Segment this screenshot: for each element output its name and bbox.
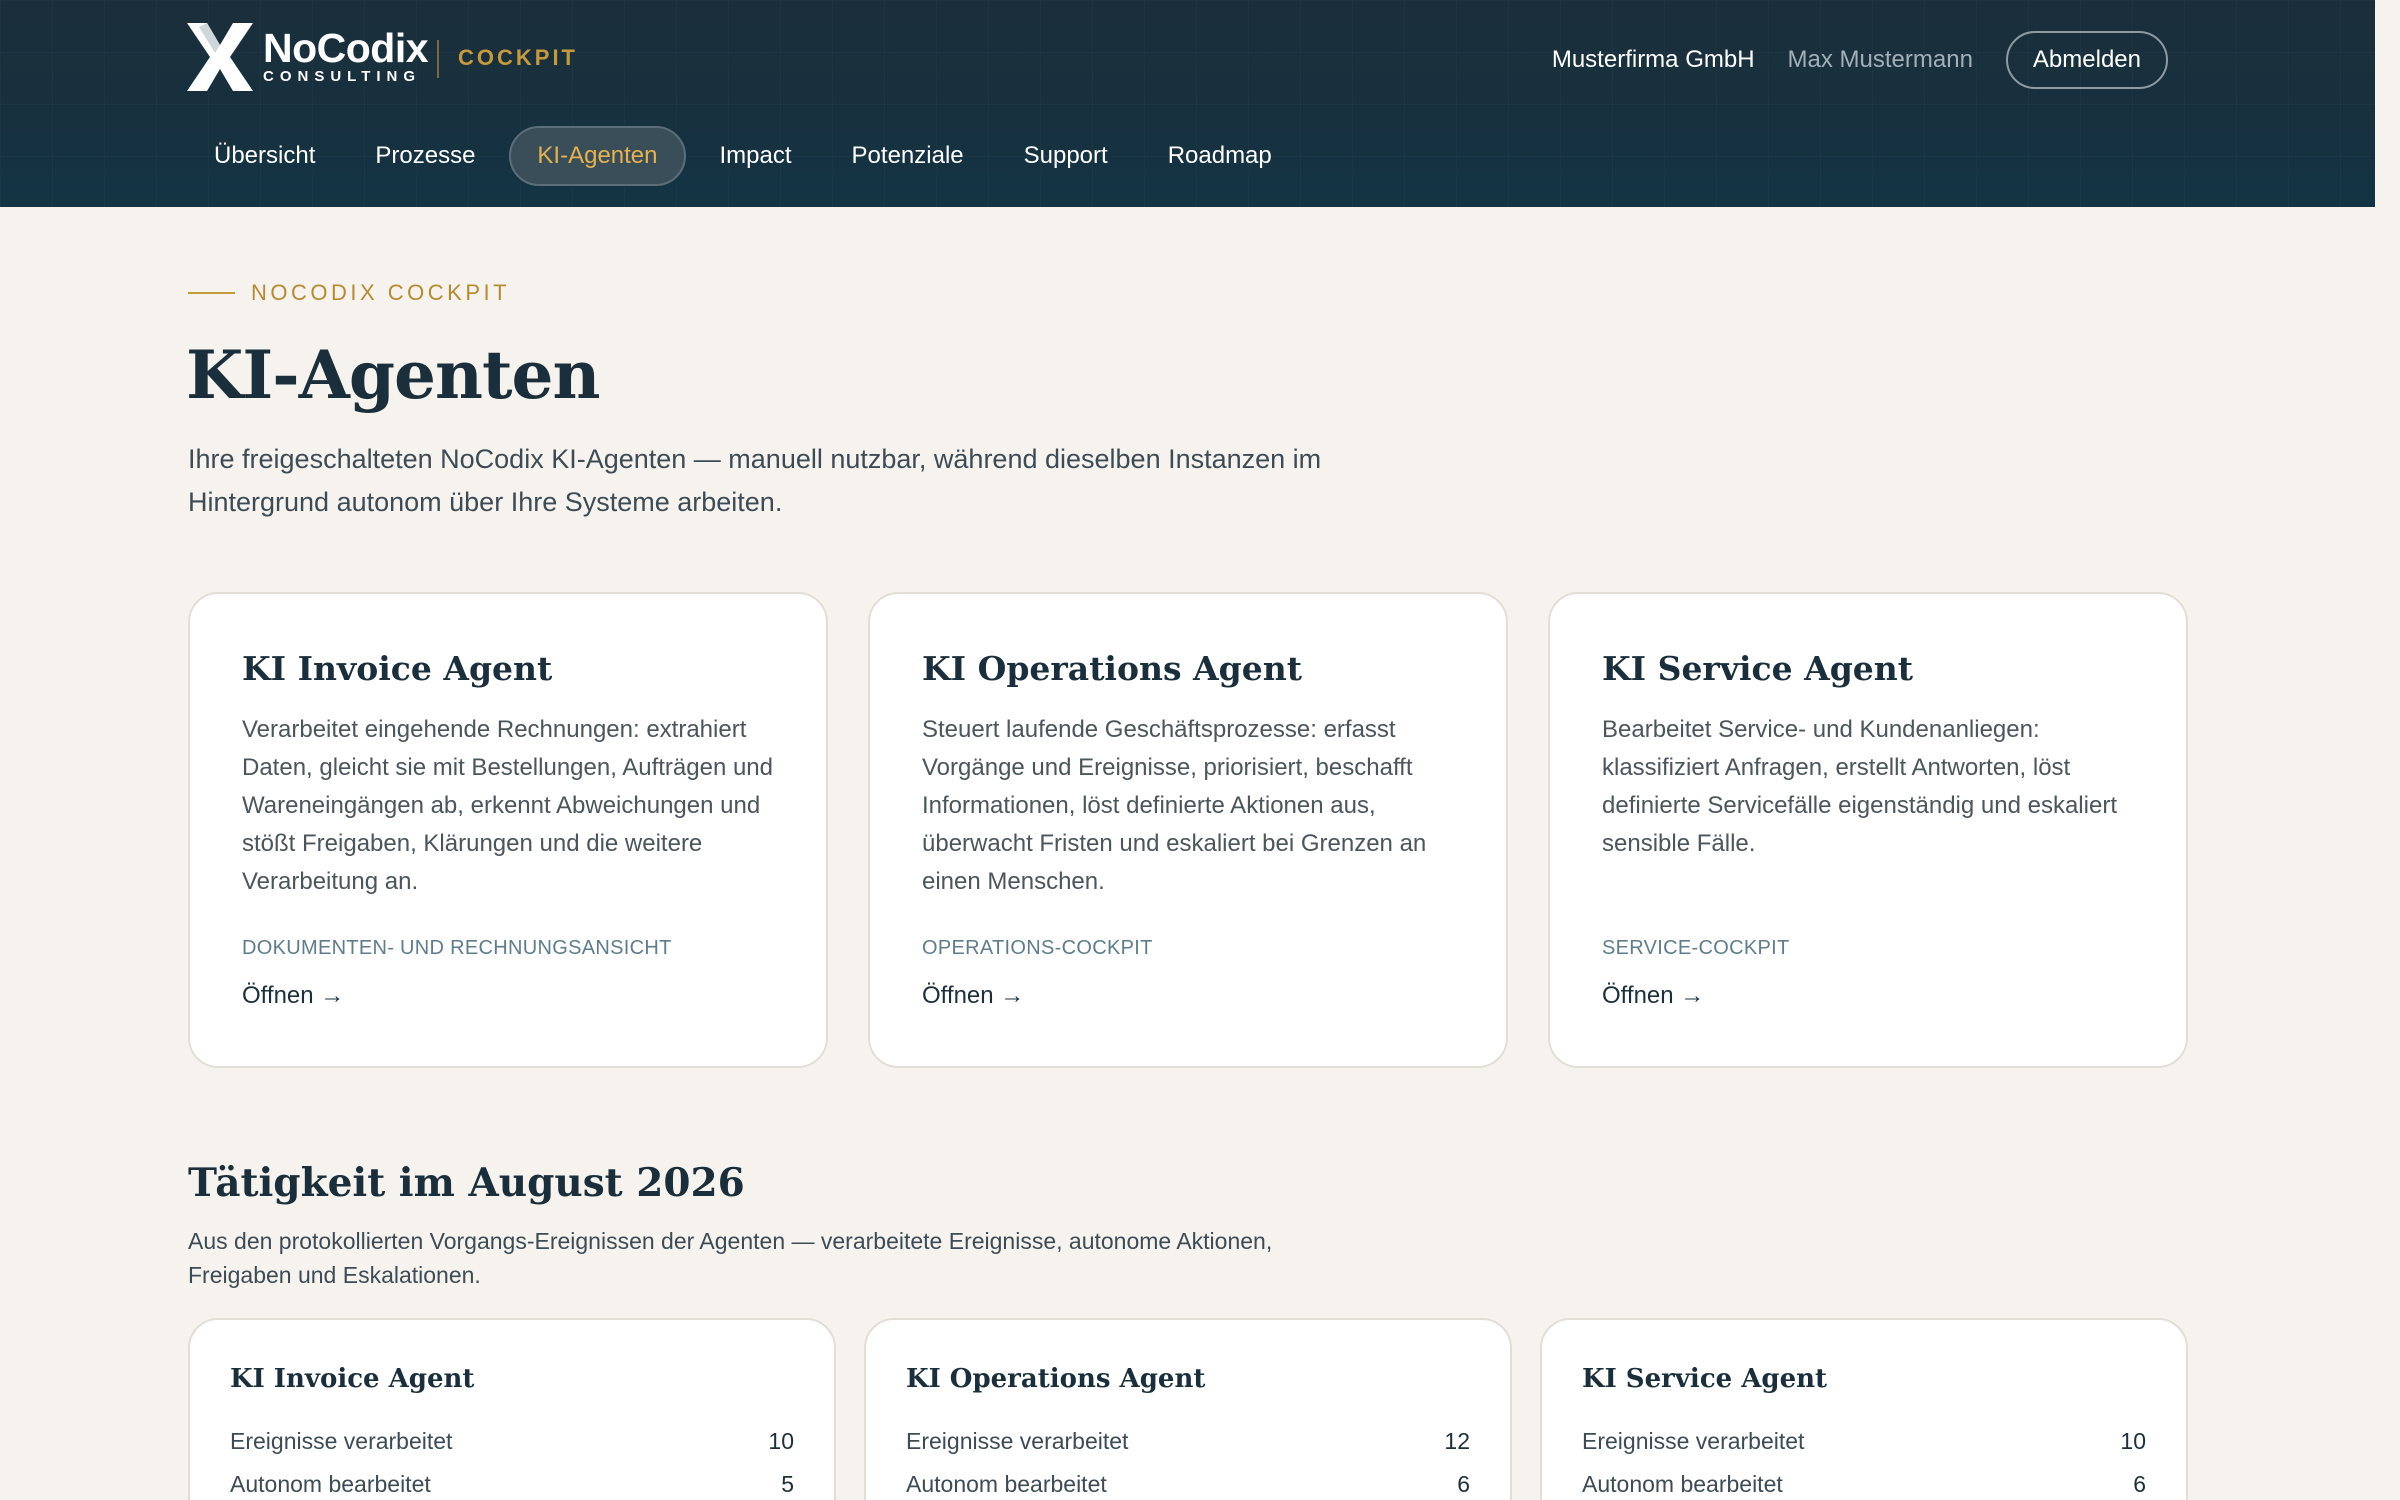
agent-card-service: KI Service Agent Bearbeitet Service- und… <box>1548 592 2188 1068</box>
product-label: COCKPIT <box>458 45 578 70</box>
eyebrow: NOCODIX COCKPIT <box>188 280 510 306</box>
activity-title: Tätigkeit im August 2026 <box>188 1160 745 1206</box>
page: NoCodix CONSULTING COCKPIT Musterfirma G… <box>0 0 2400 1500</box>
stat-value: 6 <box>1457 1470 1470 1497</box>
open-service-agent-link[interactable]: Öffnen → <box>1602 982 1704 1010</box>
stat-row: Ereignisse verarbeitet 10 <box>1582 1424 2146 1458</box>
agent-card-description: Verarbeitet eingehende Rechnungen: extra… <box>242 716 773 895</box>
open-operations-agent-link[interactable]: Öffnen → <box>922 982 1024 1010</box>
top-header: NoCodix CONSULTING COCKPIT Musterfirma G… <box>0 0 2375 207</box>
nav-item-roadmap[interactable]: Roadmap <box>1142 126 1298 186</box>
agent-card-description: Bearbeitet Service- und Kundenanliegen: … <box>1602 716 2117 857</box>
stat-label: Ereignisse verarbeitet <box>1582 1427 1805 1454</box>
brand-wordmark: NoCodix CONSULTING <box>263 25 429 86</box>
main-nav: Übersicht Prozesse KI-Agenten Impact Pot… <box>188 126 1306 186</box>
eyebrow-text: NOCODIX COCKPIT <box>251 280 511 305</box>
stat-value: 6 <box>2133 1470 2146 1497</box>
nav-item-uebersicht[interactable]: Übersicht <box>188 126 341 186</box>
activity-card-title: KI Invoice Agent <box>230 1364 475 1394</box>
page-intro: Ihre freigeschalteten NoCodix KI-Agenten… <box>188 444 1322 517</box>
stat-row: Autonom bearbeitet 6 <box>1582 1467 2146 1500</box>
company-name: Musterfirma GmbH <box>1551 46 1755 73</box>
nav-item-impact[interactable]: Impact <box>694 126 818 186</box>
eyebrow-line <box>188 292 235 294</box>
user-name: Max Mustermann <box>1787 46 1973 73</box>
nav-item-support[interactable]: Support <box>998 126 1134 186</box>
activity-card-title: KI Operations Agent <box>906 1364 1206 1394</box>
activity-subtitle: Aus den protokollierten Vorgangs-Ereigni… <box>188 1228 1273 1288</box>
stat-label: Ereignisse verarbeitet <box>906 1427 1129 1454</box>
logout-button[interactable]: Abmelden <box>2005 31 2168 89</box>
agent-card-tag: SERVICE-COCKPIT <box>1602 937 1790 959</box>
stat-label: Ereignisse verarbeitet <box>230 1427 453 1454</box>
nav-item-ki-agenten[interactable]: KI-Agenten <box>509 126 686 186</box>
page-title: KI-Agenten <box>186 336 600 414</box>
stat-row: Ereignisse verarbeitet 12 <box>906 1424 1470 1458</box>
nav-item-prozesse[interactable]: Prozesse <box>349 126 501 186</box>
stat-label: Autonom bearbeitet <box>1582 1470 1783 1497</box>
stat-value: 5 <box>781 1470 794 1497</box>
stat-row: Autonom bearbeitet 6 <box>906 1467 1470 1500</box>
agent-card-title: KI Operations Agent <box>922 649 1302 688</box>
agent-card-title: KI Invoice Agent <box>242 649 553 688</box>
activity-card-invoice: KI Invoice Agent Ereignisse verarbeitet … <box>188 1318 836 1500</box>
agent-card-operations: KI Operations Agent Steuert laufende Ges… <box>868 592 1508 1068</box>
agent-cards: KI Invoice Agent Verarbeitet eingehende … <box>188 592 2188 1068</box>
agent-card-tag: DOKUMENTEN- UND RECHNUNGSANSICHT <box>242 937 672 959</box>
stat-value: 10 <box>768 1427 794 1454</box>
nav-item-potenziale[interactable]: Potenziale <box>826 126 990 186</box>
stat-row: Autonom bearbeitet 5 <box>230 1467 794 1500</box>
stat-row: Ereignisse verarbeitet 10 <box>230 1424 794 1458</box>
activity-card-operations: KI Operations Agent Ereignisse verarbeit… <box>864 1318 1512 1500</box>
stat-value: 10 <box>2120 1427 2146 1454</box>
activity-cards: KI Invoice Agent Ereignisse verarbeitet … <box>188 1318 2188 1500</box>
agent-card-invoice: KI Invoice Agent Verarbeitet eingehende … <box>188 592 828 1068</box>
brand-logo[interactable]: NoCodix CONSULTING <box>187 23 429 91</box>
brand-divider <box>437 40 439 78</box>
stat-label: Autonom bearbeitet <box>230 1470 431 1497</box>
agent-card-tag: OPERATIONS-COCKPIT <box>922 937 1153 959</box>
agent-card-title: KI Service Agent <box>1602 649 1914 688</box>
x-logo-icon <box>187 23 253 91</box>
activity-card-service: KI Service Agent Ereignisse verarbeitet … <box>1540 1318 2188 1500</box>
brand-sub: CONSULTING <box>263 68 422 85</box>
brand-name: NoCodix <box>263 25 429 71</box>
header-account: Musterfirma GmbH Max Mustermann Abmelden <box>1552 31 2168 89</box>
stat-label: Autonom bearbeitet <box>906 1470 1107 1497</box>
agent-card-description: Steuert laufende Geschäftsprozesse: erfa… <box>922 716 1427 895</box>
open-invoice-agent-link[interactable]: Öffnen → <box>242 982 344 1010</box>
activity-card-title: KI Service Agent <box>1582 1364 1828 1394</box>
stat-value: 12 <box>1444 1427 1470 1454</box>
